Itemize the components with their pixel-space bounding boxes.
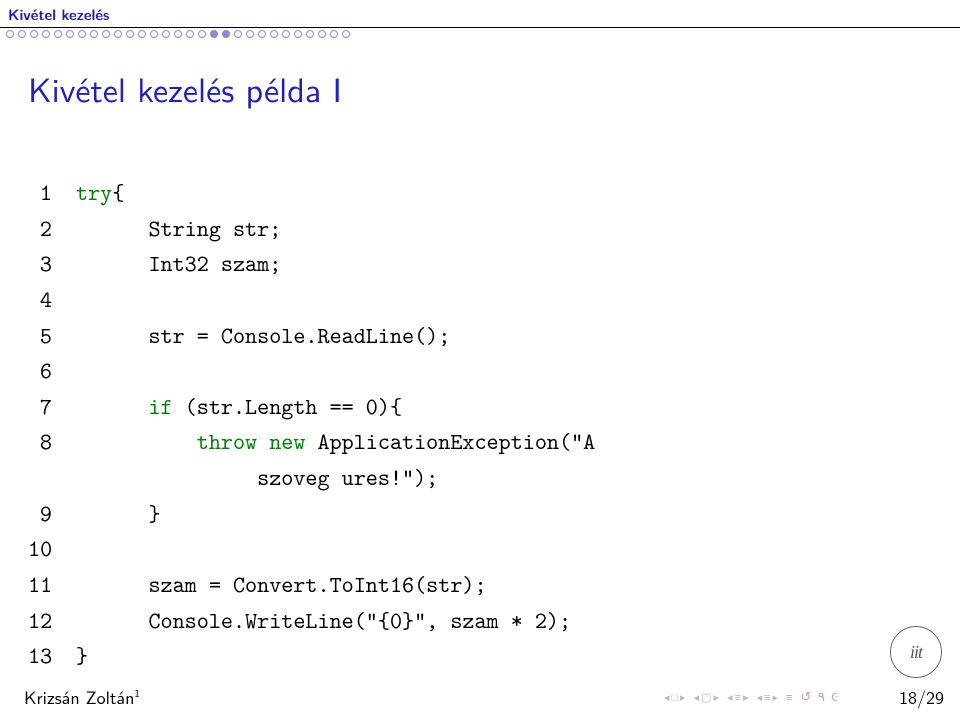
progress-dot[interactable] <box>186 30 194 38</box>
progress-dot[interactable] <box>78 30 86 38</box>
progress-dot[interactable] <box>162 30 170 38</box>
line-number: 8 <box>28 425 76 461</box>
code-line: 3 Int32 szam; <box>28 247 920 283</box>
line-number: 10 <box>28 532 76 568</box>
code-line: 13} <box>28 639 920 675</box>
progress-dot[interactable] <box>318 30 326 38</box>
line-number: 6 <box>28 354 76 390</box>
code-line: 7 if (str.Length == 0){ <box>28 390 920 426</box>
code-text: szam = Convert.ToInt16(str); <box>76 568 920 604</box>
progress-dot[interactable] <box>54 30 62 38</box>
logo-text: iit <box>910 642 922 663</box>
code-text: throw new ApplicationException("A <box>76 425 920 461</box>
code-line: 5 str = Console.ReadLine(); <box>28 319 920 355</box>
code-text: } <box>76 639 920 675</box>
progress-dot[interactable] <box>234 30 242 38</box>
progress-dot[interactable] <box>90 30 98 38</box>
progress-dot[interactable] <box>42 30 50 38</box>
progress-dot[interactable] <box>294 30 302 38</box>
code-line: 12 Console.WriteLine("{0}", szam * 2); <box>28 604 920 640</box>
progress-dot[interactable] <box>114 30 122 38</box>
code-line: 9 } <box>28 497 920 533</box>
line-number: 4 <box>28 283 76 319</box>
code-line: 11 szam = Convert.ToInt16(str); <box>28 568 920 604</box>
code-text: if (str.Length == 0){ <box>76 390 920 426</box>
institution-logo: iit <box>890 626 942 678</box>
line-number: 9 <box>28 497 76 533</box>
slide-title: Kivétel kezelés példa I <box>0 41 960 121</box>
code-line: 4 <box>28 283 920 319</box>
code-line: 6 <box>28 354 920 390</box>
line-number: 13 <box>28 639 76 675</box>
progress-dots <box>0 28 960 41</box>
code-text <box>76 354 920 390</box>
progress-dot[interactable] <box>342 30 350 38</box>
section-label: Kivétel kezelés <box>8 4 952 25</box>
progress-dot[interactable] <box>138 30 146 38</box>
progress-dot[interactable] <box>222 30 230 38</box>
line-number: 11 <box>28 568 76 604</box>
slide-header: Kivétel kezelés <box>0 0 960 28</box>
code-line: 2 String str; <box>28 212 920 248</box>
progress-dot[interactable] <box>270 30 278 38</box>
line-number: 12 <box>28 604 76 640</box>
line-number <box>28 461 76 497</box>
author-name: Krizsán Zoltán1 <box>24 683 140 710</box>
line-number: 3 <box>28 247 76 283</box>
line-number: 1 <box>28 176 76 212</box>
code-text <box>76 532 920 568</box>
author-text: Krizsán Zoltán <box>24 683 134 710</box>
page-number: 18/29 <box>899 683 944 710</box>
progress-dot[interactable] <box>330 30 338 38</box>
line-number: 2 <box>28 212 76 248</box>
line-number: 5 <box>28 319 76 355</box>
code-block: 1try{2 String str;3 Int32 szam;45 str = … <box>0 121 960 675</box>
progress-dot[interactable] <box>174 30 182 38</box>
progress-dot[interactable] <box>198 30 206 38</box>
progress-dot[interactable] <box>210 30 218 38</box>
progress-dot[interactable] <box>30 30 38 38</box>
progress-dot[interactable] <box>282 30 290 38</box>
progress-dot[interactable] <box>306 30 314 38</box>
progress-dot[interactable] <box>102 30 110 38</box>
progress-dot[interactable] <box>66 30 74 38</box>
progress-dot[interactable] <box>18 30 26 38</box>
author-sup: 1 <box>134 685 140 701</box>
code-line: szoveg ures!"); <box>28 461 920 497</box>
line-number: 7 <box>28 390 76 426</box>
code-text: str = Console.ReadLine(); <box>76 319 920 355</box>
code-text: Int32 szam; <box>76 247 920 283</box>
progress-dot[interactable] <box>6 30 14 38</box>
code-text: String str; <box>76 212 920 248</box>
code-line: 10 <box>28 532 920 568</box>
slide-footer: Krizsán Zoltán1 18/29 <box>0 677 960 720</box>
code-line: 8 throw new ApplicationException("A <box>28 425 920 461</box>
code-text: Console.WriteLine("{0}", szam * 2); <box>76 604 920 640</box>
code-text: } <box>76 497 920 533</box>
code-text: szoveg ures!"); <box>76 461 920 497</box>
code-line: 1try{ <box>28 176 920 212</box>
progress-dot[interactable] <box>246 30 254 38</box>
code-text <box>76 283 920 319</box>
progress-dot[interactable] <box>150 30 158 38</box>
code-text: try{ <box>76 176 920 212</box>
progress-dot[interactable] <box>126 30 134 38</box>
progress-dot[interactable] <box>258 30 266 38</box>
